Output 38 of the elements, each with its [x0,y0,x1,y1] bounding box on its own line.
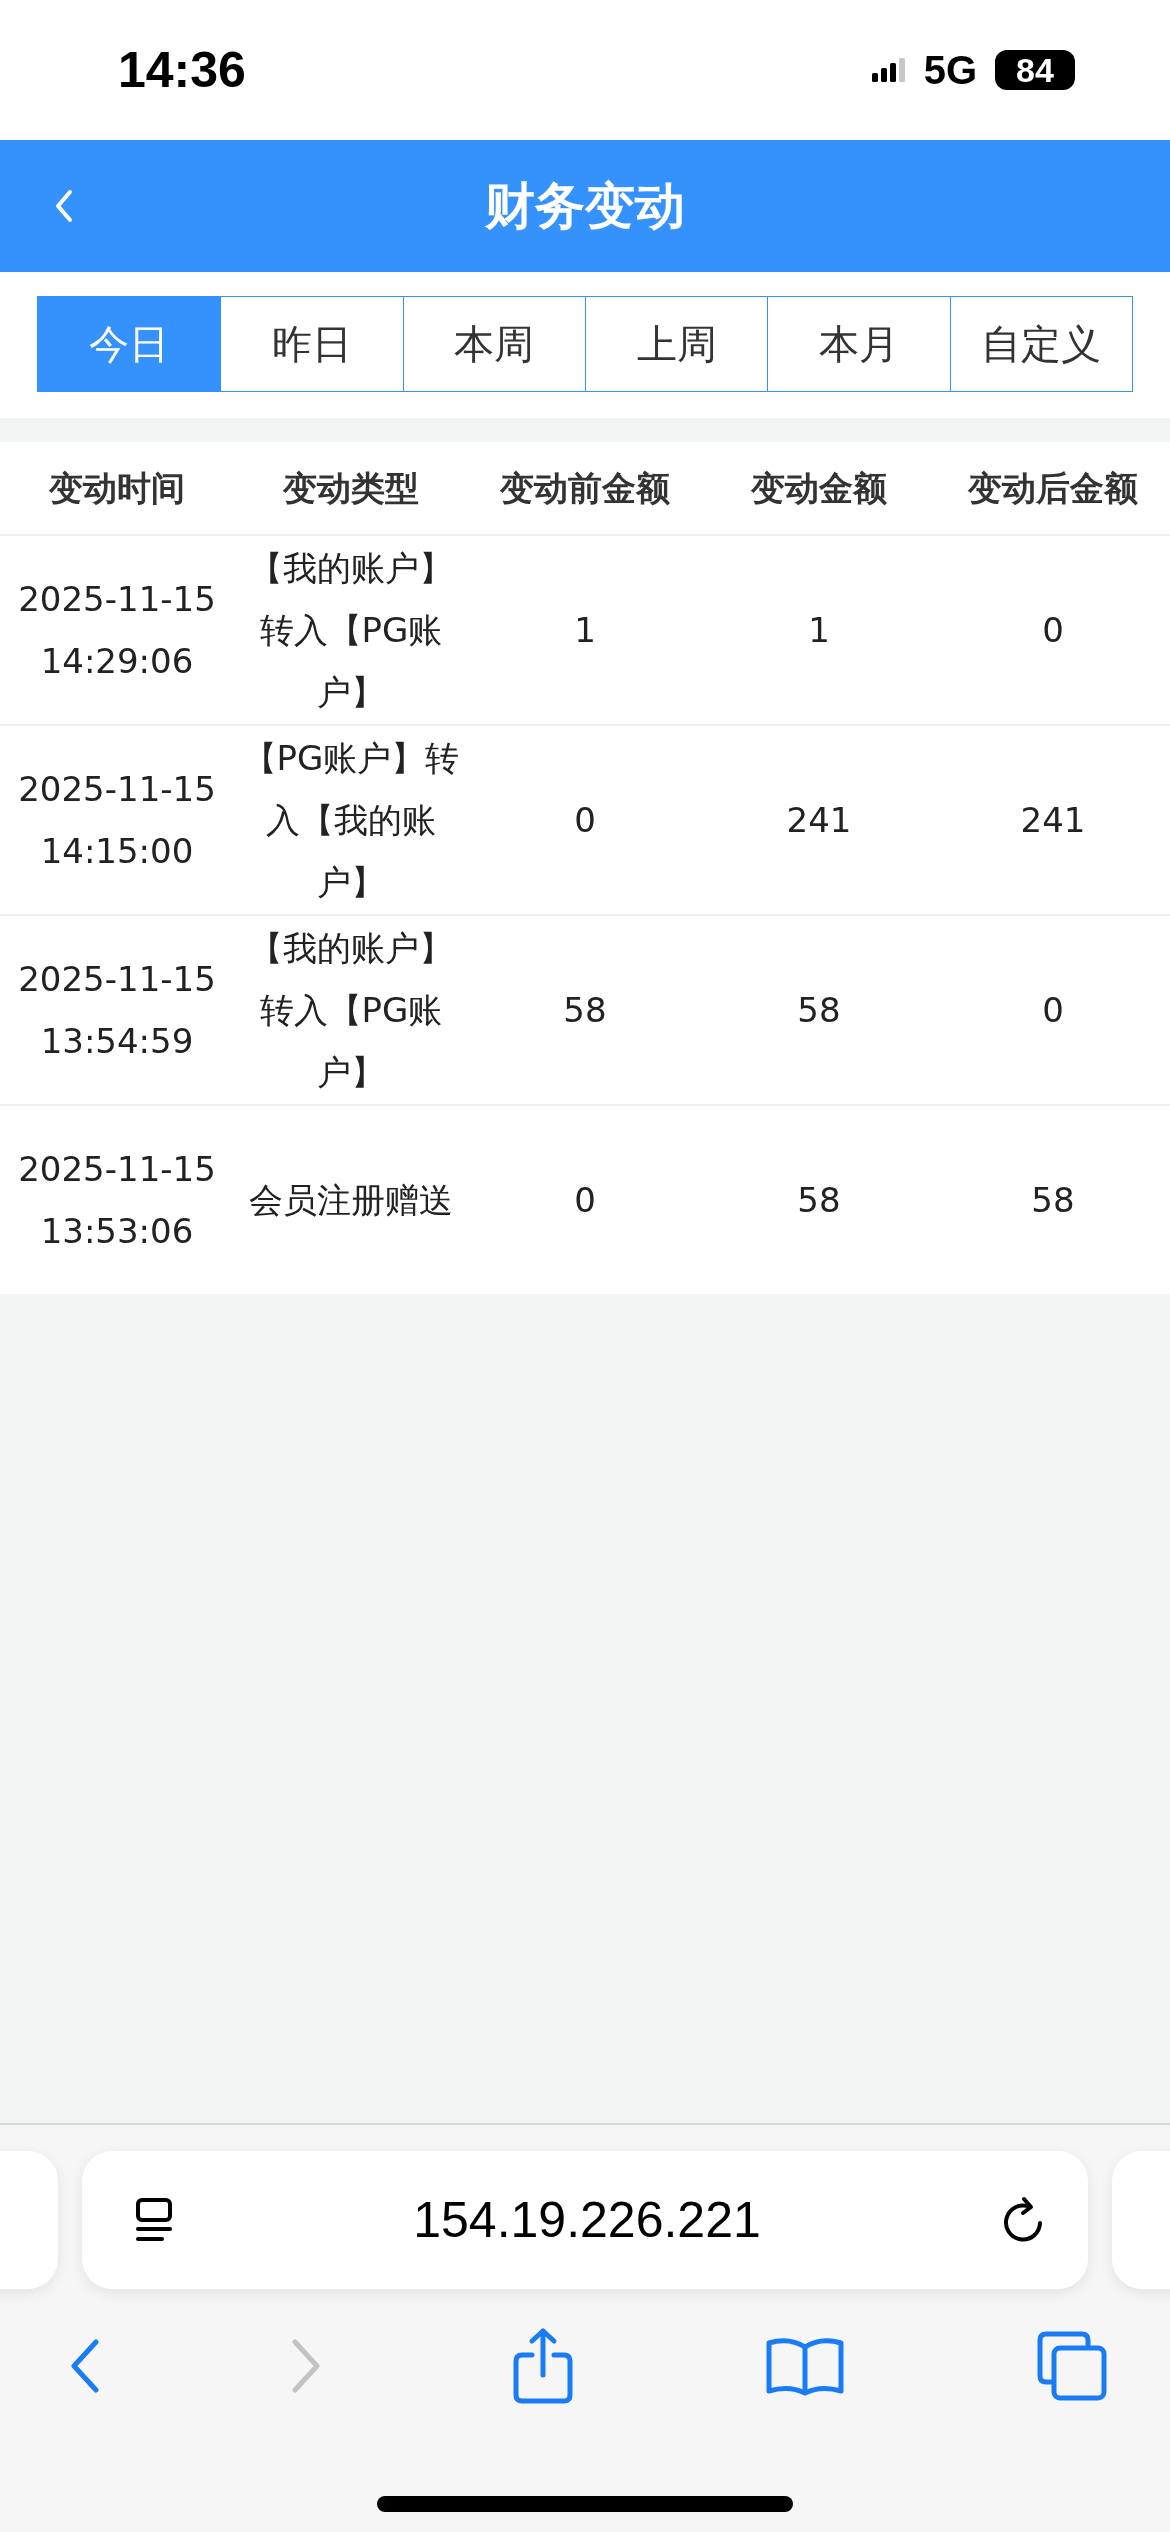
column-header: 变动类型 [282,467,420,510]
column-header: 变动后金额 [967,467,1139,510]
status-time: 14:36 [118,41,246,99]
column-header: 变动金额 [750,467,888,510]
network-label: 5G [923,47,977,93]
tabs-icon[interactable] [1036,2330,1108,2402]
table-cell-text: 1 [573,609,597,652]
page-title: 财务变动 [485,175,685,237]
address-bar[interactable]: 154.19.226.221 [82,2151,1088,2289]
table-cell-text: 58 [1030,1179,1076,1222]
table-cell-text: 2025-11-15 13:53:06 [17,1148,217,1253]
back-icon[interactable] [54,189,74,223]
table-cell-text: 241 [785,799,853,842]
column-header: 变动前金额 [499,467,671,510]
table-cell-text: 1 [807,609,831,652]
table-cell-text: 2025-11-15 13:54:59 [17,958,217,1063]
table-cell-text: 【我的账户】转入【PG账户】 [248,547,454,714]
share-icon[interactable] [512,2327,574,2405]
table-cell-text: 0 [573,799,597,842]
book-icon[interactable] [765,2335,845,2397]
table-cell-text: 【我的账户】转入【PG账户】 [248,927,454,1094]
table-cell-text: 241 [1019,799,1087,842]
reader-icon[interactable] [134,2197,174,2243]
table-cell-text: 0 [1041,609,1065,652]
back-icon[interactable] [70,2339,100,2393]
signal-icon [871,58,906,82]
table-cell-text: 【PG账户】转入【我的账户】 [241,737,461,904]
table-cell-text: 2025-11-15 14:29:06 [17,578,217,683]
table-cell-text: 58 [796,1179,842,1222]
table-cell-text: 0 [1041,989,1065,1032]
address-text: 154.19.226.221 [413,2191,761,2249]
table-cell-text: 0 [573,1179,597,1222]
battery-icon: 84 [995,50,1075,90]
table-cell-text: 58 [796,989,842,1032]
table-cell-text: 2025-11-15 14:15:00 [17,768,217,873]
column-header: 变动时间 [48,467,186,510]
table-cell-text: 会员注册赠送 [248,1179,454,1222]
table-cell-text: 58 [562,989,608,1032]
